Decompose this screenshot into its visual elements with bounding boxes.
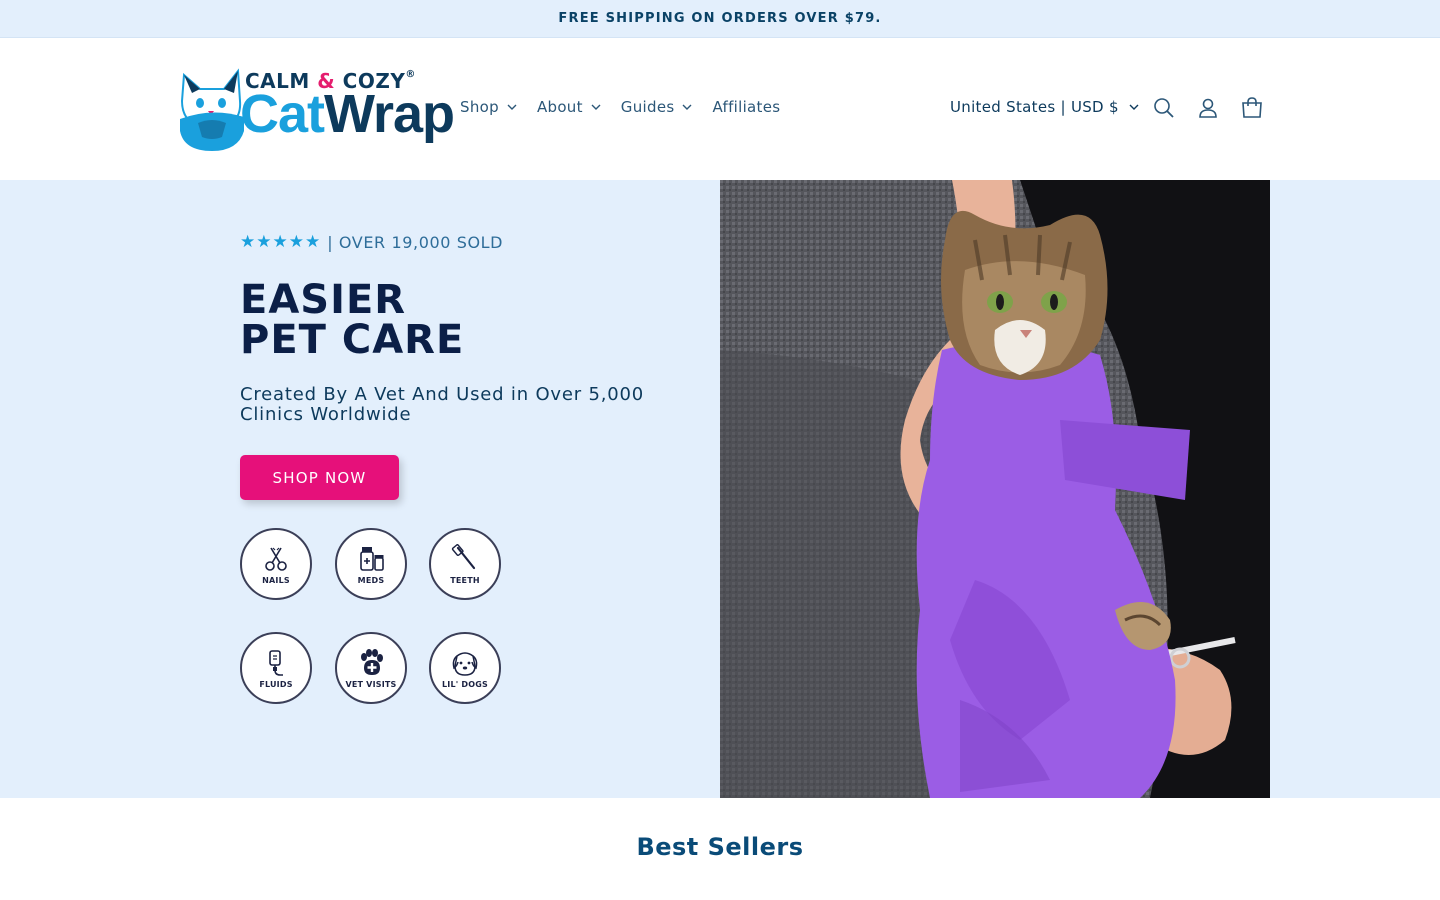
hero-title-line2: PET CARE [240, 317, 465, 363]
hero-image [720, 180, 1270, 798]
rating-line: ★★★★★ | OVER 19,000 SOLD [240, 232, 503, 252]
hero-title-line1: EASIER [240, 277, 407, 323]
badge-lil-dogs: LIL' DOGS [429, 632, 501, 704]
sold-count-text: | OVER 19,000 SOLD [327, 232, 504, 252]
badge-fluids: FLUIDS [240, 632, 312, 704]
search-icon[interactable] [1152, 96, 1176, 120]
paw-cross-icon [361, 648, 383, 675]
account-icon[interactable] [1196, 96, 1220, 120]
cart-icon[interactable] [1240, 96, 1264, 120]
medicine-icon [360, 546, 384, 571]
nav-guides[interactable]: Guides [621, 98, 693, 116]
best-sellers-heading: Best Sellers [636, 833, 804, 861]
main-nav: Shop About Guides Affiliates [460, 98, 780, 116]
iv-bag-icon [269, 649, 283, 676]
country-currency-selector[interactable]: United States | USD $ [950, 98, 1139, 116]
chevron-down-icon [591, 104, 601, 110]
star-rating: ★★★★★ [240, 232, 322, 252]
nav-affiliates[interactable]: Affiliates [712, 98, 780, 116]
badge-label: NAILS [262, 575, 290, 585]
nav-about-label: About [536, 98, 583, 116]
chevron-down-icon [682, 104, 692, 110]
nav-about[interactable]: About [537, 98, 601, 116]
badge-nails: NAILS [240, 528, 312, 600]
announcement-bar: FREE SHIPPING ON ORDERS OVER $79. [0, 0, 1440, 38]
nav-guides-label: Guides [620, 98, 675, 116]
badge-label: TEETH [450, 575, 480, 585]
site-logo[interactable]: CALM & COZY® CatWrap [178, 67, 455, 155]
badge-teeth: TEETH [429, 528, 501, 600]
hero-section: ★★★★★ | OVER 19,000 SOLD EASIER PET CARE… [0, 180, 1440, 798]
chevron-down-icon [1129, 104, 1139, 110]
badge-label: FLUIDS [259, 679, 293, 689]
badge-meds: MEDS [335, 528, 407, 600]
nail-clipper-icon [265, 547, 287, 571]
logo-wordmark: CatWrap [240, 84, 455, 144]
nav-affiliates-label: Affiliates [712, 98, 781, 116]
hero-subtitle: Created By A Vet And Used in Over 5,000 … [240, 384, 645, 425]
cat-logo-icon [180, 68, 244, 151]
dog-face-icon [452, 651, 478, 676]
badge-label: MEDS [357, 575, 385, 585]
nav-shop[interactable]: Shop [460, 98, 517, 116]
toothbrush-icon [451, 543, 476, 569]
hero-title: EASIER PET CARE [240, 280, 464, 360]
badge-vet-visits: VET VISITS [335, 632, 407, 704]
country-label: United States | USD $ [950, 98, 1119, 116]
nav-shop-label: Shop [460, 98, 499, 116]
badge-label: LIL' DOGS [442, 679, 488, 689]
cat-in-wrap-illustration [720, 180, 1270, 798]
chevron-down-icon [507, 104, 517, 110]
site-header: CALM & COZY® CatWrap Shop About Guides A… [0, 39, 1440, 180]
shop-now-button[interactable]: SHOP NOW [240, 455, 399, 500]
announcement-text: FREE SHIPPING ON ORDERS OVER $79. [558, 11, 882, 26]
badge-label: VET VISITS [345, 679, 397, 689]
